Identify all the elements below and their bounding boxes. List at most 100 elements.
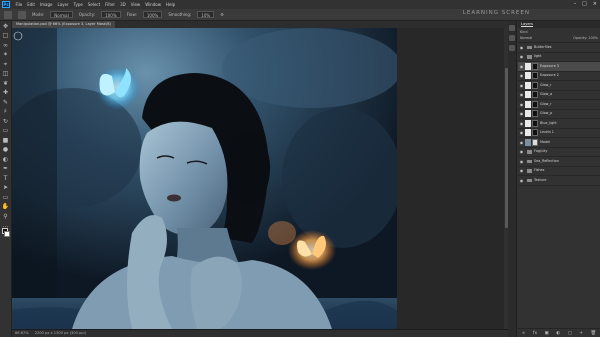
menu-select[interactable]: Select: [85, 2, 102, 7]
crop-tool-icon[interactable]: ⌖: [2, 61, 10, 69]
document-canvas[interactable]: [12, 28, 397, 329]
eraser-tool-icon[interactable]: ▭: [2, 127, 10, 135]
document-tab[interactable]: Manipulation.psd @ 66% (Exposure 3, Laye…: [12, 21, 115, 28]
visibility-eye-icon[interactable]: ◉: [518, 176, 525, 185]
healing-tool-icon[interactable]: ✚: [2, 89, 10, 97]
add-mask-icon[interactable]: ▣: [545, 331, 549, 336]
pen-tool-icon[interactable]: ✒: [2, 165, 10, 173]
eyedropper-tool-icon[interactable]: ❦: [2, 80, 10, 88]
menu-3d[interactable]: 3D: [118, 2, 129, 7]
quick-select-tool-icon[interactable]: ✶: [2, 51, 10, 59]
layer-row[interactable]: ◉ Glow_p: [518, 109, 600, 119]
menu-edit[interactable]: Edit: [25, 2, 38, 7]
shape-tool-icon[interactable]: ▭: [2, 194, 10, 202]
visibility-eye-icon[interactable]: ◉: [518, 90, 525, 99]
visibility-eye-icon[interactable]: ◉: [518, 52, 525, 61]
menu-help[interactable]: Help: [163, 2, 177, 7]
clone-stamp-tool-icon[interactable]: ♯: [2, 108, 10, 116]
maximize-icon[interactable]: □: [582, 1, 587, 7]
visibility-eye-icon[interactable]: ◉: [518, 157, 525, 166]
brush-tool-icon[interactable]: ✎: [2, 99, 10, 107]
layer-row[interactable]: ◉ Glow_a: [518, 90, 600, 100]
adjustments-panel-icon[interactable]: [509, 45, 515, 51]
layer-row[interactable]: ◉ Levels 1: [518, 128, 600, 138]
visibility-eye-icon[interactable]: ◉: [518, 166, 525, 175]
layer-row[interactable]: ◉ Butterflies: [518, 43, 600, 53]
dodge-tool-icon[interactable]: ◐: [2, 156, 10, 164]
layer-row[interactable]: ◉ Blue_light: [518, 119, 600, 129]
blend-mode-select[interactable]: Normal: [520, 35, 532, 41]
minimize-icon[interactable]: –: [574, 1, 577, 7]
move-tool-icon[interactable]: ✥: [2, 23, 10, 31]
layer-mask-thumbnail[interactable]: [532, 72, 538, 80]
tab-layers[interactable]: Layers: [521, 22, 533, 27]
visibility-eye-icon[interactable]: ◉: [518, 81, 525, 90]
visibility-eye-icon[interactable]: ◉: [518, 71, 525, 80]
layer-row[interactable]: ◉ Model: [518, 138, 600, 148]
adjustment-layer-icon[interactable]: ◐: [556, 331, 560, 336]
color-panel-icon[interactable]: [509, 25, 515, 31]
new-layer-icon[interactable]: +: [579, 331, 583, 336]
layer-row[interactable]: ◉ light: [518, 52, 600, 62]
hand-tool-icon[interactable]: ✋: [2, 203, 10, 211]
gradient-tool-icon[interactable]: ■: [2, 137, 10, 145]
layer-row[interactable]: ◉ Fog/city: [518, 147, 600, 157]
menu-image[interactable]: Image: [37, 2, 55, 7]
menu-view[interactable]: View: [128, 2, 143, 7]
delete-layer-icon[interactable]: 🗑: [590, 331, 596, 336]
visibility-eye-icon[interactable]: ◉: [518, 138, 525, 147]
opacity-field[interactable]: 100%: [101, 11, 121, 18]
mode-select[interactable]: Normal: [50, 11, 73, 18]
menu-type[interactable]: Type: [71, 2, 85, 7]
link-layers-icon[interactable]: ∞: [522, 331, 526, 336]
visibility-eye-icon[interactable]: ◉: [518, 100, 525, 109]
type-tool-icon[interactable]: T: [2, 175, 10, 183]
new-group-icon[interactable]: ▢: [568, 331, 572, 336]
frame-tool-icon[interactable]: ◫: [2, 70, 10, 78]
menu-layer[interactable]: Layer: [55, 2, 71, 7]
document-size[interactable]: 2200 px x 1300 px (300 ppi): [35, 330, 86, 337]
brush-size-icon[interactable]: [18, 10, 26, 19]
menu-file[interactable]: File: [13, 2, 25, 7]
menu-filter[interactable]: Filter: [103, 2, 118, 7]
lasso-tool-icon[interactable]: ∞: [2, 42, 10, 50]
visibility-eye-icon[interactable]: ◉: [518, 43, 525, 52]
visibility-eye-icon[interactable]: ◉: [518, 119, 525, 128]
layer-mask-thumbnail[interactable]: [532, 138, 538, 146]
zoom-tool-icon[interactable]: ⚲: [2, 213, 10, 221]
properties-panel-icon[interactable]: [509, 35, 515, 41]
layer-mask-thumbnail[interactable]: [532, 62, 538, 70]
visibility-eye-icon[interactable]: ◉: [518, 109, 525, 118]
flow-field[interactable]: 100%: [142, 11, 163, 18]
visibility-eye-icon[interactable]: ◉: [518, 147, 525, 156]
layer-mask-thumbnail[interactable]: [532, 129, 538, 137]
layer-mask-thumbnail[interactable]: [532, 91, 538, 99]
layer-mask-thumbnail[interactable]: [532, 110, 538, 118]
layer-row[interactable]: ◉ Fishes: [518, 166, 600, 176]
visibility-eye-icon[interactable]: ◉: [518, 128, 525, 137]
layer-name: Levels 1: [540, 130, 554, 135]
menu-window[interactable]: Window: [143, 2, 164, 7]
layer-opacity[interactable]: Opacity: 100%: [573, 35, 598, 41]
background-color-swatch[interactable]: [4, 231, 10, 237]
settings-gear-icon[interactable]: ⚙: [220, 12, 224, 17]
path-select-tool-icon[interactable]: ➤: [2, 184, 10, 192]
layer-mask-thumbnail[interactable]: [532, 119, 538, 127]
layer-row[interactable]: ◉ Glow_r: [518, 81, 600, 91]
visibility-eye-icon[interactable]: ◉: [518, 62, 525, 71]
history-brush-tool-icon[interactable]: ↻: [2, 118, 10, 126]
marquee-tool-icon[interactable]: □: [2, 32, 10, 40]
blur-tool-icon[interactable]: ●: [2, 146, 10, 154]
smoothing-field[interactable]: 10%: [197, 11, 215, 18]
layer-row[interactable]: ◉ Sea_Reflection: [518, 157, 600, 167]
layer-row[interactable]: ◉ Exposure 3: [518, 62, 600, 72]
close-icon[interactable]: ×: [593, 1, 597, 7]
layer-row[interactable]: ◉ Exposure 2: [518, 71, 600, 81]
layer-row[interactable]: ◉ Glow_r: [518, 100, 600, 110]
brush-tool-preset-icon[interactable]: [4, 10, 12, 19]
layer-mask-thumbnail[interactable]: [532, 100, 538, 108]
zoom-level[interactable]: 66.67%: [15, 330, 29, 337]
layer-mask-thumbnail[interactable]: [532, 81, 538, 89]
layer-row[interactable]: ◉ Texture: [518, 176, 600, 186]
layer-style-icon[interactable]: fx: [533, 331, 537, 336]
